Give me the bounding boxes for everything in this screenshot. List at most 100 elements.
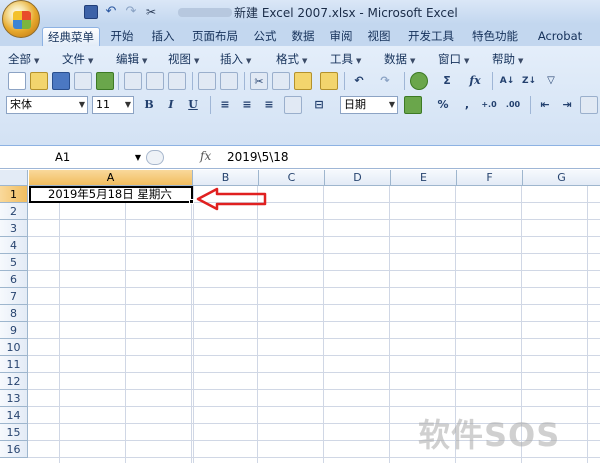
currency-icon[interactable] xyxy=(404,96,422,114)
column-header-c[interactable]: C xyxy=(259,170,325,186)
undo-icon[interactable]: ↶ xyxy=(104,5,118,19)
print-options-icon[interactable] xyxy=(168,72,186,90)
cut-icon[interactable]: ✂ xyxy=(250,72,268,90)
chevron-down-icon: ▼ xyxy=(194,57,200,65)
row-header-3[interactable]: 3 xyxy=(0,220,28,237)
permission-icon[interactable] xyxy=(74,72,92,90)
ribbon-tabs: 经典菜单 开始 插入 页面布局 公式 数据 审阅 视图 开发工具 特色功能 Ac… xyxy=(0,24,600,46)
chevron-down-icon: ▼ xyxy=(410,57,416,65)
menu-view[interactable]: 视图 ▼ xyxy=(168,50,199,70)
decrease-indent-icon[interactable]: ⇤ xyxy=(536,96,554,114)
row-header-16[interactable]: 16 xyxy=(0,441,28,458)
increase-indent-icon[interactable]: ⇥ xyxy=(558,96,576,114)
underline-button[interactable]: U xyxy=(184,96,202,114)
print-preview-icon[interactable] xyxy=(146,72,164,90)
row-header-8[interactable]: 8 xyxy=(0,305,28,322)
row-header-5[interactable]: 5 xyxy=(0,254,28,271)
menu-format[interactable]: 格式 ▼ xyxy=(276,50,307,70)
formula-bar-resize-handle[interactable] xyxy=(146,150,164,165)
row-header-11[interactable]: 11 xyxy=(0,356,28,373)
spelling-icon[interactable] xyxy=(198,72,216,90)
cell-a1[interactable]: 2019年5月18日 星期六 xyxy=(29,186,193,203)
tab-formulas[interactable]: 公式 xyxy=(248,27,282,46)
tab-classic-menu[interactable]: 经典菜单 xyxy=(42,27,100,46)
align-center-icon[interactable]: ≡ xyxy=(238,96,256,114)
tab-page-layout[interactable]: 页面布局 xyxy=(186,27,244,46)
research-icon[interactable] xyxy=(220,72,238,90)
tab-data[interactable]: 数据 xyxy=(286,27,320,46)
column-header-d[interactable]: D xyxy=(325,170,391,186)
print-icon[interactable] xyxy=(124,72,142,90)
row-header-2[interactable]: 2 xyxy=(0,203,28,220)
bold-button[interactable]: B xyxy=(140,96,158,114)
paste-icon[interactable] xyxy=(294,72,312,90)
tools-icon[interactable]: ✂ xyxy=(144,5,158,19)
merge-center-icon[interactable] xyxy=(284,96,302,114)
row-header-4[interactable]: 4 xyxy=(0,237,28,254)
row-header-14[interactable]: 14 xyxy=(0,407,28,424)
row-header-15[interactable]: 15 xyxy=(0,424,28,441)
tab-insert[interactable]: 插入 xyxy=(145,27,181,46)
copy-icon[interactable] xyxy=(272,72,290,90)
menu-file[interactable]: 文件 ▼ xyxy=(62,50,93,70)
row-header-7[interactable]: 7 xyxy=(0,288,28,305)
menu-help[interactable]: 帮助 ▼ xyxy=(492,50,523,70)
increase-decimal-icon[interactable]: +.0 xyxy=(480,96,498,114)
insert-function-icon[interactable]: fx xyxy=(466,72,484,90)
menu-edit[interactable]: 编辑 ▼ xyxy=(116,50,147,70)
row-header-13[interactable]: 13 xyxy=(0,390,28,407)
row-header-12[interactable]: 12 xyxy=(0,373,28,390)
new-document-icon[interactable] xyxy=(8,72,26,90)
tab-special-features[interactable]: 特色功能 xyxy=(466,27,524,46)
menu-data[interactable]: 数据 ▼ xyxy=(384,50,415,70)
hyperlink-icon[interactable] xyxy=(410,72,428,90)
save-icon[interactable] xyxy=(84,5,98,19)
tab-review[interactable]: 审阅 xyxy=(324,27,358,46)
menu-all[interactable]: 全部 ▼ xyxy=(8,50,39,70)
name-box[interactable]: A1 ▼ xyxy=(3,149,143,166)
menu-insert[interactable]: 插入 ▼ xyxy=(220,50,251,70)
row-header-10[interactable]: 10 xyxy=(0,339,28,356)
row-header-6[interactable]: 6 xyxy=(0,271,28,288)
sort-descending-icon[interactable]: Z↓ xyxy=(520,72,538,90)
font-size-dropdown[interactable]: 11 ▼ xyxy=(92,96,134,114)
sort-ascending-icon[interactable]: A↓ xyxy=(498,72,516,90)
column-header-a[interactable]: A xyxy=(29,170,193,186)
column-header-g[interactable]: G xyxy=(523,170,600,186)
insert-function-icon[interactable]: fx xyxy=(200,149,211,163)
open-folder-icon[interactable] xyxy=(30,72,48,90)
italic-button[interactable]: I xyxy=(162,96,180,114)
fill-handle[interactable] xyxy=(189,199,194,204)
decrease-decimal-icon[interactable]: .00 xyxy=(504,96,522,114)
row-header-1[interactable]: 1 xyxy=(0,186,28,203)
tab-home[interactable]: 开始 xyxy=(104,27,140,46)
filter-icon[interactable]: ▽ xyxy=(542,72,560,90)
column-header-e[interactable]: E xyxy=(391,170,457,186)
redo-icon[interactable]: ↷ xyxy=(376,72,394,90)
align-right-icon[interactable]: ≡ xyxy=(260,96,278,114)
tab-view[interactable]: 视图 xyxy=(362,27,396,46)
comma-button[interactable]: , xyxy=(458,96,476,114)
percent-button[interactable]: % xyxy=(434,96,452,114)
save-icon[interactable] xyxy=(52,72,70,90)
font-name-dropdown[interactable]: 宋体 ▼ xyxy=(6,96,88,114)
column-header-f[interactable]: F xyxy=(457,170,523,186)
column-header-b[interactable]: B xyxy=(193,170,259,186)
format-painter-icon[interactable] xyxy=(320,72,338,90)
align-left-icon[interactable]: ≡ xyxy=(216,96,234,114)
tab-developer[interactable]: 开发工具 xyxy=(402,27,460,46)
number-format-dropdown[interactable]: 日期 ▼ xyxy=(340,96,398,114)
menu-tools[interactable]: 工具 ▼ xyxy=(330,50,361,70)
undo-icon[interactable]: ↶ xyxy=(350,72,368,90)
formula-input[interactable]: 2019\5\18 xyxy=(227,150,289,164)
office-button[interactable] xyxy=(2,0,40,38)
autosum-icon[interactable]: Σ xyxy=(438,72,456,90)
menu-window[interactable]: 窗口 ▼ xyxy=(438,50,469,70)
wrap-text-icon[interactable]: ⊟ xyxy=(310,96,328,114)
borders-icon[interactable] xyxy=(580,96,598,114)
select-all-corner[interactable] xyxy=(0,170,28,186)
redo-icon[interactable]: ↷ xyxy=(124,5,138,19)
row-header-9[interactable]: 9 xyxy=(0,322,28,339)
email-icon[interactable] xyxy=(96,72,114,90)
tab-acrobat[interactable]: Acrobat xyxy=(532,27,588,46)
